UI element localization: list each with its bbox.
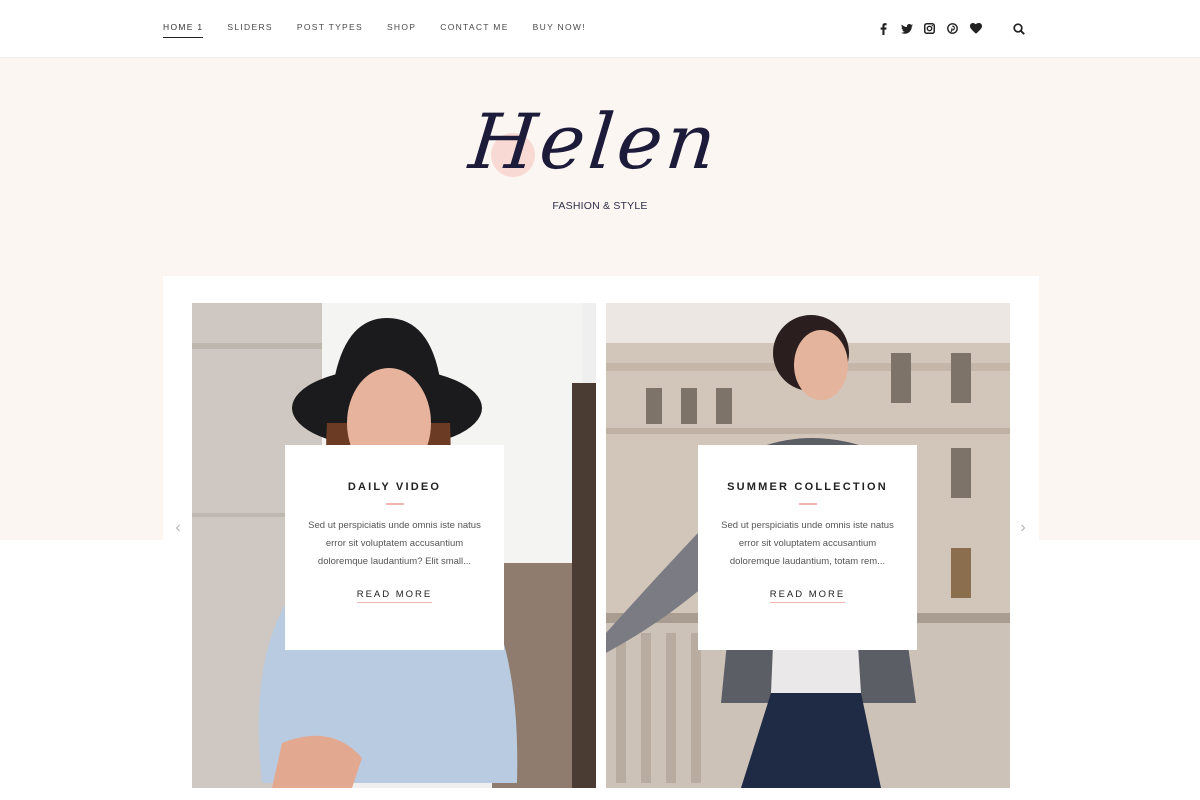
title-divider [385,503,404,505]
menu-item-shop[interactable]: SHOP [387,22,416,38]
chevron-left-icon[interactable]: ‹ [171,520,185,536]
read-more-link[interactable]: READ MORE [356,589,433,603]
facebook-icon[interactable] [872,20,895,37]
main-menu: HOME 1 SLIDERS POST TYPES SHOP CONTACT M… [163,22,610,38]
social-links [872,20,987,37]
post-card-daily-video: DAILY VIDEO Sed ut perspiciatis unde omn… [285,445,504,650]
twitter-icon[interactable] [895,20,918,37]
heart-icon[interactable] [964,20,987,37]
post-card-summer-collection: SUMMER COLLECTION Sed ut perspiciatis un… [698,445,917,650]
menu-item-contact-me[interactable]: CONTACT ME [440,22,508,38]
chevron-right-icon[interactable]: › [1016,520,1030,536]
post-excerpt: Sed ut perspiciatis unde omnis iste natu… [721,520,894,567]
site-tagline: FASHION & STYLE [552,200,648,212]
top-navigation: HOME 1 SLIDERS POST TYPES SHOP CONTACT M… [0,0,1200,58]
pinterest-icon[interactable] [941,20,964,37]
post-title[interactable]: SUMMER COLLECTION [698,481,917,493]
post-excerpt: Sed ut perspiciatis unde omnis iste natu… [308,520,481,567]
menu-item-buy-now[interactable]: BUY NOW! [533,22,586,38]
menu-item-home-1[interactable]: HOME 1 [163,22,204,38]
instagram-icon[interactable] [918,20,941,37]
menu-item-sliders[interactable]: SLIDERS [227,22,272,38]
search-icon[interactable] [1010,20,1027,37]
title-divider [798,503,817,505]
post-title[interactable]: DAILY VIDEO [285,481,504,493]
read-more-link[interactable]: READ MORE [769,589,846,603]
logo-text: Helen [465,97,725,186]
menu-item-post-types[interactable]: POST TYPES [297,22,363,38]
